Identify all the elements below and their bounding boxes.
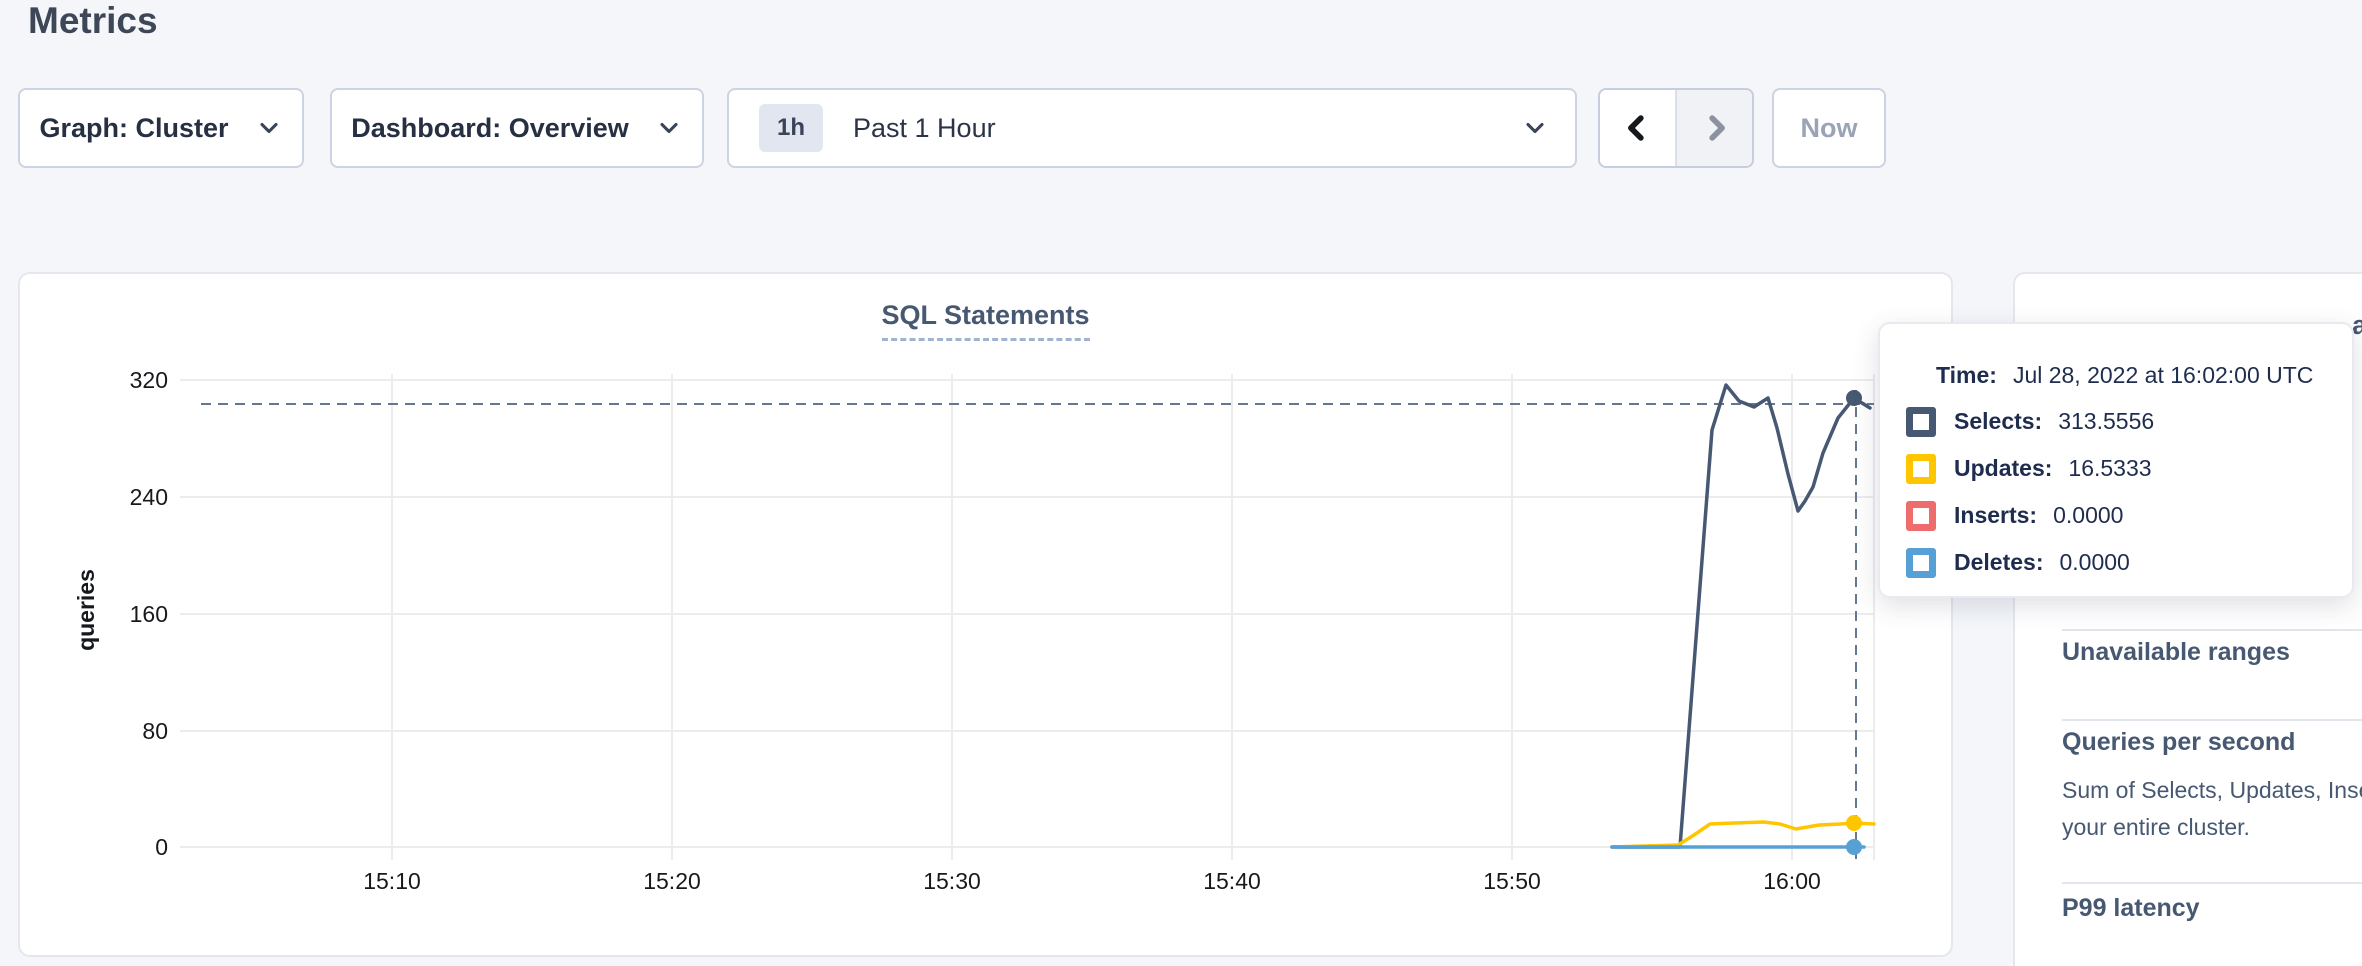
y-tick-label: 240 [80,482,168,512]
y-tick-label: 160 [80,599,168,629]
x-tick-label: 16:00 [1732,866,1852,896]
side-heading-queries-per-second: Queries per second [2062,728,2295,757]
side-heading-unavailable-ranges: Unavailable ranges [2062,638,2290,667]
x-tick-label: 15:30 [892,866,1012,896]
graph-dropdown-label: Graph: Cluster [39,113,228,144]
tooltip-series-value: 0.0000 [2053,502,2123,529]
chart-hover-tooltip: Time: Jul 28, 2022 at 16:02:00 UTC Selec… [1878,322,2354,598]
tooltip-series-value: 313.5556 [2058,408,2154,435]
side-description-line: Sum of Selects, Updates, Inser [2062,777,2362,804]
side-heading-p99-latency: P99 latency [2062,894,2200,923]
selects-series-swatch-icon [1906,407,1936,437]
tooltip-series-value: 0.0000 [2059,549,2129,576]
chevron-right-icon [1698,111,1732,145]
tooltip-row: Inserts: 0.0000 [1880,492,2352,539]
y-tick-label: 0 [80,832,168,862]
time-range-label: Past 1 Hour [853,113,996,144]
sql-statements-chart-card: SQL Statements queries 320240160800 15:1… [18,272,1953,957]
tooltip-series-label: Updates: [1954,455,2052,482]
y-tick-label: 80 [80,716,168,746]
inserts-series-swatch-icon [1906,501,1936,531]
dashboard-dropdown-label: Dashboard: Overview [351,113,629,144]
tooltip-series-rows: Selects: 313.5556Updates: 16.5333 Inserts: 0… [1880,398,2352,586]
x-tick-label: 15:20 [612,866,732,896]
y-tick-label: 320 [80,365,168,395]
time-forward-button[interactable] [1677,90,1752,166]
dashboard-dropdown[interactable]: Dashboard: Overview [330,88,704,168]
time-range-selector[interactable]: 1h Past 1 Hour [727,88,1577,168]
tooltip-row: Updates: 16.5333 [1880,445,2352,492]
chevron-down-icon [655,114,683,142]
tooltip-time-label: Time: [1936,362,1997,389]
tooltip-row: Selects: 313.5556 [1880,398,2352,445]
divider [2062,719,2362,721]
time-back-button[interactable] [1600,90,1677,166]
tooltip-series-value: 16.5333 [2068,455,2151,482]
tooltip-row: Deletes: 0.0000 [1880,539,2352,586]
tooltip-time-row: Time: Jul 28, 2022 at 16:02:00 UTC [1880,352,2352,398]
tooltip-series-label: Inserts: [1954,502,2037,529]
sql-statements-chart[interactable] [20,274,1951,955]
chart-title[interactable]: SQL Statements [881,300,1089,341]
updates-series-swatch-icon [1906,454,1936,484]
now-button-label: Now [1801,113,1858,144]
time-stepper [1598,88,1754,168]
metrics-page: Metrics Graph: Cluster Dashboard: Overvi… [0,0,2362,966]
now-button[interactable]: Now [1772,88,1886,168]
x-tick-label: 15:10 [332,866,452,896]
graph-dropdown[interactable]: Graph: Cluster [18,88,304,168]
chevron-down-icon [255,114,283,142]
divider [2062,629,2362,631]
chevron-down-icon [1521,114,1549,142]
x-tick-label: 15:50 [1452,866,1572,896]
side-description-line: your entire cluster. [2062,814,2250,841]
tooltip-series-label: Selects: [1954,408,2042,435]
chevron-left-icon [1621,111,1655,145]
deletes-series-swatch-icon [1906,548,1936,578]
time-range-badge: 1h [759,104,823,152]
page-title: Metrics [28,0,158,42]
tooltip-time-value: Jul 28, 2022 at 16:02:00 UTC [2013,362,2313,389]
divider [2062,882,2362,884]
x-tick-label: 15:40 [1172,866,1292,896]
tooltip-series-label: Deletes: [1954,549,2043,576]
